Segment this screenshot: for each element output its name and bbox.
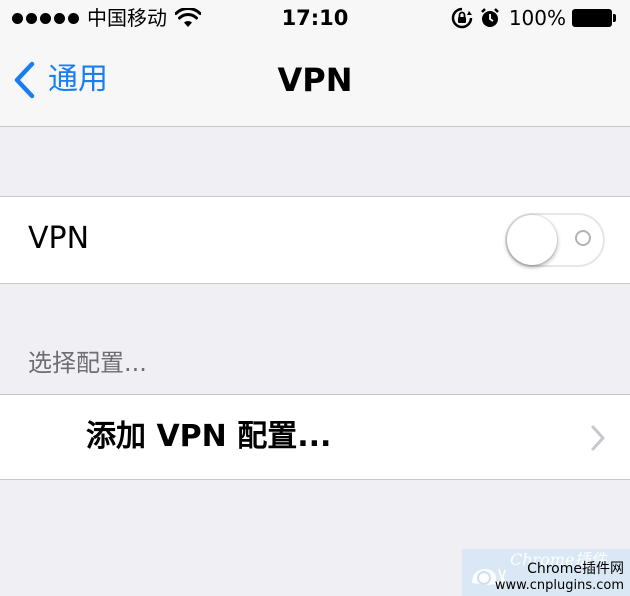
watermark: Chrome插件 Chrome插件网 www.cnplugins.com <box>462 549 630 596</box>
alarm-icon <box>480 8 499 27</box>
status-bar-right: 100% <box>451 6 616 30</box>
battery-icon <box>572 9 616 27</box>
page-title: VPN <box>277 61 353 99</box>
chevron-right-icon <box>591 425 605 451</box>
battery-percentage: 100% <box>508 6 566 30</box>
vpn-toggle[interactable] <box>505 213 605 267</box>
vpn-row-label: VPN <box>28 221 90 256</box>
vpn-row: VPN <box>0 196 630 284</box>
section-header-config: 选择配置... <box>28 349 147 377</box>
status-bar: 中国移动 17:10 100% <box>0 0 630 36</box>
watermark-site-name: Chrome插件网 <box>527 561 624 577</box>
add-vpn-config-label: 添加 VPN 配置... <box>86 419 332 454</box>
toggle-knob <box>507 215 557 265</box>
navigation-bar: 通用 VPN <box>0 36 630 127</box>
add-vpn-config-row[interactable]: 添加 VPN 配置... <box>0 394 630 480</box>
rotation-lock-icon <box>451 7 473 29</box>
watermark-url: www.cnplugins.com <box>494 578 624 593</box>
toggle-off-indicator-icon <box>575 230 591 246</box>
